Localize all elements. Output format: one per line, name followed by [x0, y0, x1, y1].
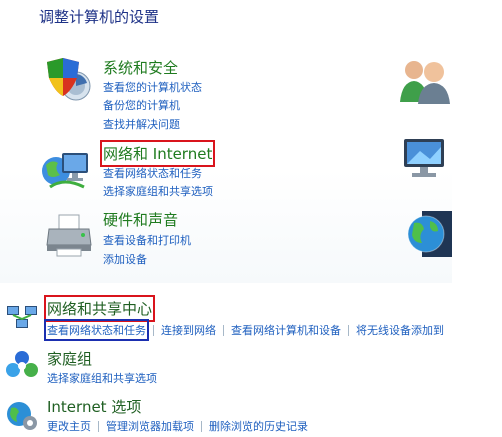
- link-add-wireless-device[interactable]: 将无线设备添加到: [356, 322, 444, 338]
- link-troubleshoot[interactable]: 查找并解决问题: [103, 116, 180, 132]
- section-internet-options: Internet 选项 更改主页 管理浏览器加载项 删除浏览的历史记录: [0, 392, 502, 437]
- link-connect-to-network[interactable]: 连接到网络: [161, 322, 216, 338]
- users-icon[interactable]: [396, 56, 452, 106]
- category-hardware-sound[interactable]: 硬件和声音: [103, 209, 178, 230]
- link-separator: [201, 420, 202, 432]
- network-icon[interactable]: [40, 147, 95, 195]
- link-view-network-status-tasks[interactable]: 查看网络状态和任务: [44, 319, 149, 341]
- link-separator: [98, 420, 99, 432]
- network-sharing-center-title[interactable]: 网络和共享中心: [43, 295, 156, 322]
- link-network-status[interactable]: 查看网络状态和任务: [103, 165, 202, 181]
- link-backup-computer[interactable]: 备份您的计算机: [103, 97, 180, 113]
- network-sharing-center-links: 查看网络状态和任务 连接到网络 查看网络计算机和设备 将无线设备添加到: [44, 319, 444, 341]
- category-system-security[interactable]: 系统和安全: [103, 57, 178, 78]
- internet-options-links: 更改主页 管理浏览器加载项 删除浏览的历史记录: [47, 418, 308, 434]
- appearance-icon[interactable]: [396, 133, 452, 181]
- link-separator: [153, 324, 154, 336]
- link-delete-history[interactable]: 删除浏览的历史记录: [209, 418, 308, 434]
- printer-icon[interactable]: [43, 211, 95, 259]
- link-homegroup-sharing[interactable]: 选择家庭组和共享选项: [103, 183, 213, 199]
- homegroup-icon[interactable]: [5, 348, 39, 382]
- link-add-device[interactable]: 添加设备: [103, 251, 147, 267]
- link-separator: [348, 324, 349, 336]
- internet-options-title[interactable]: Internet 选项: [47, 396, 141, 417]
- link-homegroup-options[interactable]: 选择家庭组和共享选项: [47, 370, 157, 386]
- internet-options-icon[interactable]: [5, 398, 39, 432]
- link-devices-printers[interactable]: 查看设备和打印机: [103, 232, 191, 248]
- section-homegroup: 家庭组 选择家庭组和共享选项: [0, 343, 502, 388]
- link-separator: [223, 324, 224, 336]
- shield-icon[interactable]: [43, 56, 93, 102]
- link-view-network-computers[interactable]: 查看网络计算机和设备: [231, 322, 341, 338]
- link-manage-addons[interactable]: 管理浏览器加载项: [106, 418, 194, 434]
- homegroup-links: 选择家庭组和共享选项: [47, 370, 157, 386]
- globe-icon[interactable]: [398, 209, 452, 259]
- category-network-internet[interactable]: 网络和 Internet: [99, 140, 216, 167]
- section-network-sharing-center: 网络和共享中心 查看网络状态和任务 连接到网络 查看网络计算机和设备 将无线设备…: [0, 292, 502, 342]
- link-change-homepage[interactable]: 更改主页: [47, 418, 91, 434]
- control-panel-category-view: 调整计算机的设置 系统和安全 查看您的计算机状态 备份您的计算机 查找并解决问题…: [0, 0, 452, 283]
- network-sharing-icon[interactable]: [5, 302, 39, 332]
- page-title: 调整计算机的设置: [39, 8, 160, 26]
- link-view-computer-status[interactable]: 查看您的计算机状态: [103, 79, 202, 95]
- homegroup-title[interactable]: 家庭组: [47, 348, 92, 369]
